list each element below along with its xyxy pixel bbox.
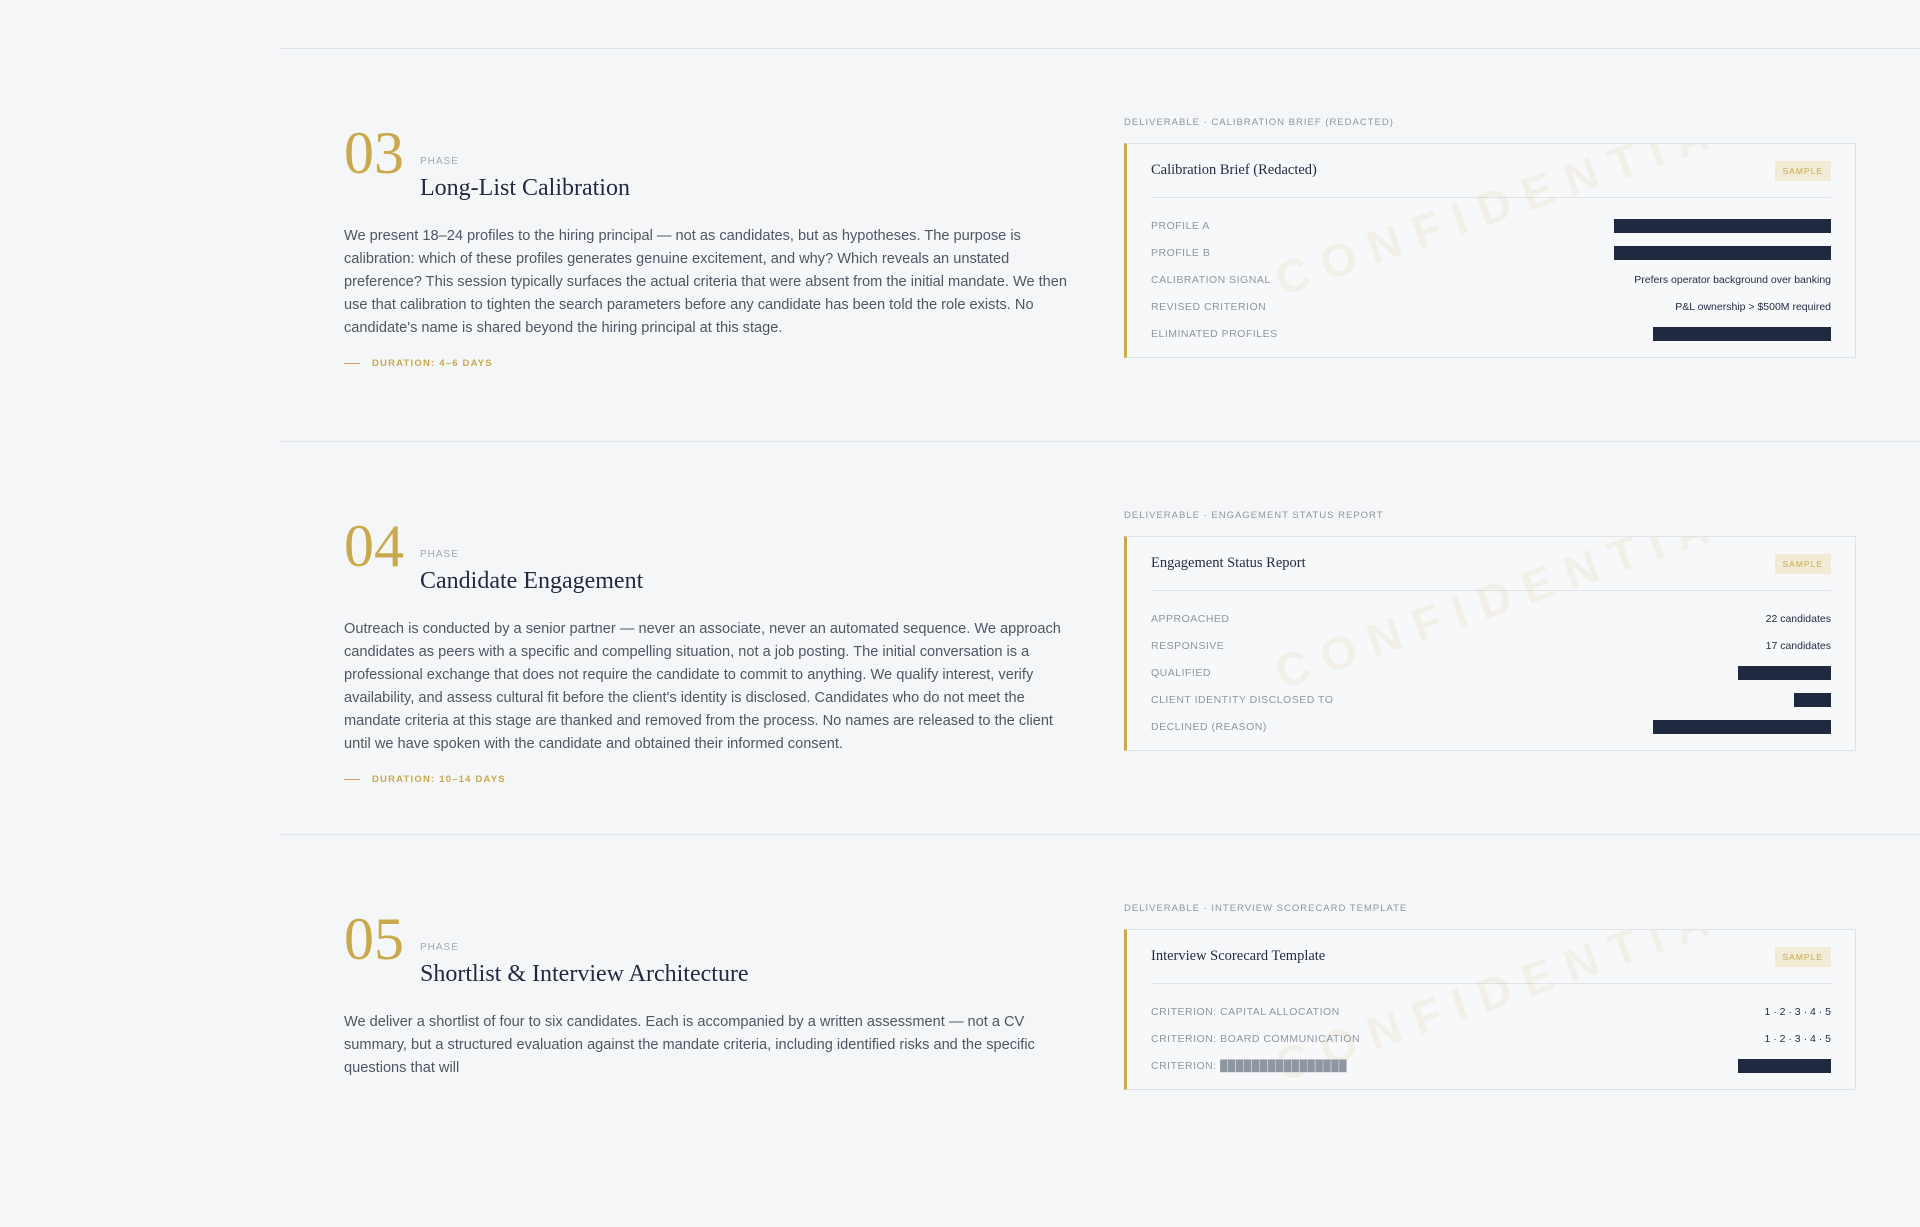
row-label: CRITERION: ████████████████	[1151, 1059, 1348, 1072]
card-header: Engagement Status Report SAMPLE	[1151, 537, 1831, 591]
dash-icon	[344, 363, 360, 364]
main-content: 03 PHASE Long-List Calibration We presen…	[280, 0, 1920, 1090]
row-value: P&L ownership > $500M required	[1675, 300, 1831, 313]
card-row: RESPONSIVE 17 candidates	[1151, 632, 1831, 659]
row-value: 1 · 2 · 3 · 4 · 5	[1764, 1005, 1831, 1018]
deliverable-card: CONFIDENTIAL Interview Scorecard Templat…	[1124, 929, 1856, 1090]
redacted-value	[1794, 692, 1831, 707]
phase-label: PHASE	[420, 156, 459, 167]
card-title: Calibration Brief (Redacted)	[1151, 162, 1317, 178]
deliverable-card: CONFIDENTIAL Engagement Status Report SA…	[1124, 536, 1856, 751]
row-label: ELIMINATED PROFILES	[1151, 327, 1278, 340]
row-label: CLIENT IDENTITY DISCLOSED TO	[1151, 693, 1334, 706]
card-header: Interview Scorecard Template SAMPLE	[1151, 930, 1831, 984]
card-row: CRITERION: ████████████████	[1151, 1052, 1831, 1079]
phase-label: PHASE	[420, 549, 459, 560]
top-bar	[280, 0, 1920, 49]
sample-badge: SAMPLE	[1774, 553, 1831, 574]
phase-header: 04 PHASE Candidate Engagement	[344, 510, 1074, 618]
sidebar	[0, 0, 280, 1080]
phases-list: 03 PHASE Long-List Calibration We presen…	[280, 49, 1920, 1227]
row-value: 1 · 2 · 3 · 4 · 5	[1764, 1032, 1831, 1045]
row-label: CALIBRATION SIGNAL	[1151, 273, 1271, 286]
redacted-value	[1738, 665, 1831, 680]
deliverable: DELIVERABLE · CALIBRATION BRIEF (REDACTE…	[1124, 117, 1856, 358]
row-label: CRITERION: CAPITAL ALLOCATION	[1151, 1005, 1340, 1018]
card-title: Engagement Status Report	[1151, 555, 1306, 571]
card-row: ELIMINATED PROFILES	[1151, 320, 1831, 347]
row-label: REVISED CRITERION	[1151, 300, 1267, 313]
phase-header: 03 PHASE Long-List Calibration	[344, 117, 1074, 225]
row-label: PROFILE B	[1151, 246, 1211, 259]
phase-info: 05 PHASE Shortlist & Interview Architect…	[344, 903, 1074, 1080]
card-row: REVISED CRITERION P&L ownership > $500M …	[1151, 293, 1831, 320]
card-row: DECLINED (REASON)	[1151, 713, 1831, 740]
sample-badge: SAMPLE	[1774, 160, 1831, 181]
card-rows: PROFILE A PROFILE B CALIBRATION SIGNAL P…	[1151, 198, 1831, 357]
row-label: QUALIFIED	[1151, 666, 1211, 679]
phase-title: Shortlist & Interview Architecture	[420, 961, 749, 987]
phase-description: We deliver a shortlist of four to six ca…	[344, 1014, 1035, 1076]
redacted-value	[1614, 218, 1831, 233]
phase-section: 03 PHASE Long-List Calibration We presen…	[280, 49, 1920, 442]
row-value: Prefers operator background over banking	[1634, 273, 1831, 286]
phase-title: Long-List Calibration	[420, 175, 630, 201]
redacted-value	[1738, 1058, 1831, 1073]
redacted-value	[1653, 719, 1831, 734]
card-row: CLIENT IDENTITY DISCLOSED TO	[1151, 686, 1831, 713]
redacted-value	[1614, 245, 1831, 260]
sample-badge: SAMPLE	[1774, 946, 1831, 967]
deliverable-label: DELIVERABLE · CALIBRATION BRIEF (REDACTE…	[1124, 117, 1394, 128]
phase-section: 04 PHASE Candidate Engagement Outreach i…	[280, 442, 1920, 835]
card-row: CALIBRATION SIGNAL Prefers operator back…	[1151, 266, 1831, 293]
phase-section: 05 PHASE Shortlist & Interview Architect…	[280, 835, 1920, 1227]
phase-description: Outreach is conducted by a senior partne…	[344, 621, 1061, 752]
row-label: PROFILE A	[1151, 219, 1210, 232]
phase-duration: DURATION: 10–14 DAYS	[344, 774, 1074, 785]
phase-number: 04	[344, 513, 404, 579]
deliverable-label: DELIVERABLE · INTERVIEW SCORECARD TEMPLA…	[1124, 903, 1408, 914]
card-row: QUALIFIED	[1151, 659, 1831, 686]
deliverable-label: DELIVERABLE · ENGAGEMENT STATUS REPORT	[1124, 510, 1384, 521]
card-row: PROFILE A	[1151, 212, 1831, 239]
card-rows: CRITERION: CAPITAL ALLOCATION 1 · 2 · 3 …	[1151, 984, 1831, 1089]
card-header: Calibration Brief (Redacted) SAMPLE	[1151, 144, 1831, 198]
row-label: RESPONSIVE	[1151, 639, 1225, 652]
phase-number: 03	[344, 120, 404, 186]
phase-description: We present 18–24 profiles to the hiring …	[344, 228, 1068, 336]
row-value: 17 candidates	[1765, 639, 1831, 652]
duration-text: DURATION: 4–6 DAYS	[372, 358, 493, 369]
row-value: 22 candidates	[1765, 612, 1831, 625]
phase-info: 03 PHASE Long-List Calibration We presen…	[344, 117, 1074, 369]
phase-number: 05	[344, 906, 404, 972]
card-row: APPROACHED 22 candidates	[1151, 605, 1831, 632]
phase-title: Candidate Engagement	[420, 568, 644, 594]
card-row: PROFILE B	[1151, 239, 1831, 266]
row-label: DECLINED (REASON)	[1151, 720, 1267, 733]
card-rows: APPROACHED 22 candidates RESPONSIVE 17 c…	[1151, 591, 1831, 750]
deliverable: DELIVERABLE · ENGAGEMENT STATUS REPORT C…	[1124, 510, 1856, 751]
redacted-value	[1653, 326, 1831, 341]
row-label: APPROACHED	[1151, 612, 1230, 625]
phase-label: PHASE	[420, 942, 459, 953]
card-title: Interview Scorecard Template	[1151, 948, 1326, 964]
phase-header: 05 PHASE Shortlist & Interview Architect…	[344, 903, 1074, 1011]
card-row: CRITERION: BOARD COMMUNICATION 1 · 2 · 3…	[1151, 1025, 1831, 1052]
phase-duration: DURATION: 4–6 DAYS	[344, 358, 1074, 369]
duration-text: DURATION: 10–14 DAYS	[372, 774, 506, 785]
dash-icon	[344, 779, 360, 780]
row-label: CRITERION: BOARD COMMUNICATION	[1151, 1032, 1361, 1045]
phase-info: 04 PHASE Candidate Engagement Outreach i…	[344, 510, 1074, 785]
card-row: CRITERION: CAPITAL ALLOCATION 1 · 2 · 3 …	[1151, 998, 1831, 1025]
deliverable-card: CONFIDENTIAL Calibration Brief (Redacted…	[1124, 143, 1856, 358]
deliverable: DELIVERABLE · INTERVIEW SCORECARD TEMPLA…	[1124, 903, 1856, 1090]
